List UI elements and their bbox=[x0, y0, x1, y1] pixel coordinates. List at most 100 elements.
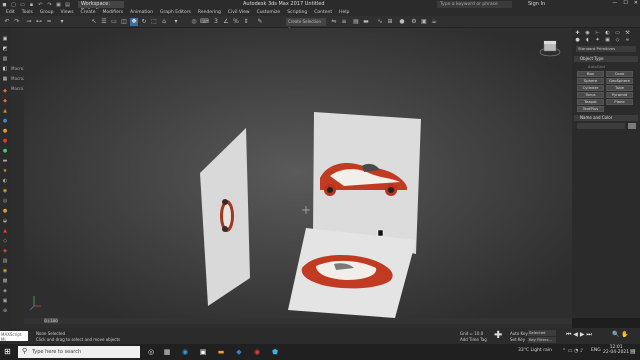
perspective-viewport[interactable]: [+] [Perspective] [Standard] [Default Sh… bbox=[24, 28, 572, 318]
weather-widget[interactable]: 33°C Light rain bbox=[518, 348, 552, 353]
motion-tab-icon[interactable]: ◐ bbox=[604, 30, 611, 36]
teapot-button[interactable]: Teapot bbox=[577, 99, 604, 105]
workspace-selector[interactable]: Workspace: Default bbox=[78, 1, 124, 14]
tool-icon[interactable]: ◇ bbox=[1, 238, 9, 244]
tool-icon[interactable]: ● bbox=[1, 148, 9, 154]
sphere-button[interactable]: Sphere bbox=[577, 78, 604, 84]
curve-editor-icon[interactable]: ∿ bbox=[376, 18, 384, 26]
name-and-color-rollout[interactable]: Name and Color bbox=[574, 115, 638, 121]
percent-snap-icon[interactable]: % bbox=[232, 18, 240, 26]
unlink-icon[interactable]: ⊷ bbox=[35, 18, 43, 26]
maxscript-listener[interactable]: MAXScript Mi bbox=[0, 331, 28, 342]
key-selection-dropdown[interactable]: Selected bbox=[528, 330, 556, 336]
bind-space-warp-icon[interactable]: ≈ bbox=[45, 18, 53, 26]
undo-icon[interactable]: ↶ bbox=[36, 0, 45, 9]
explorer-folder-icon[interactable]: ▬ bbox=[216, 347, 226, 357]
geosphere-button[interactable]: GeoSphere bbox=[606, 78, 633, 84]
tool-icon[interactable]: ◒ bbox=[1, 218, 9, 224]
menu-customize[interactable]: Customize bbox=[257, 10, 281, 15]
set-key-icon[interactable]: ✚ bbox=[494, 330, 502, 341]
helpers-icon[interactable]: ◇ bbox=[614, 37, 621, 43]
placement-icon[interactable]: ⌂ bbox=[160, 18, 168, 26]
shapes-icon[interactable]: ◖ bbox=[584, 37, 591, 43]
app-taskbar-icon[interactable]: ◆ bbox=[234, 347, 244, 357]
rotate-icon[interactable]: ↻ bbox=[140, 18, 148, 26]
tool-icon[interactable]: ▬ bbox=[1, 158, 9, 164]
rect-select-icon[interactable]: ▭ bbox=[110, 18, 118, 26]
tool-icon[interactable]: ⊕ bbox=[1, 308, 9, 314]
rendered-frame-icon[interactable]: ▣ bbox=[420, 18, 428, 26]
render-setup-icon[interactable]: ⚙ bbox=[410, 18, 418, 26]
tool-icon[interactable]: ▦ bbox=[1, 76, 9, 82]
3ds-max-taskbar-icon[interactable]: ▣ bbox=[198, 347, 208, 357]
tool-icon[interactable]: ▣ bbox=[1, 298, 9, 304]
tube-button[interactable]: Tube bbox=[606, 85, 633, 91]
render-icon[interactable]: ☕ bbox=[430, 18, 438, 26]
create-tab-icon[interactable]: ✚ bbox=[574, 30, 581, 36]
menu-tools[interactable]: Tools bbox=[22, 10, 33, 15]
tool-icon[interactable]: ▥ bbox=[1, 56, 9, 62]
autogrid-checkbox[interactable]: AutoGrid bbox=[588, 64, 605, 69]
tool-icon[interactable]: ● bbox=[1, 208, 9, 214]
display-tab-icon[interactable]: ▭ bbox=[614, 30, 621, 36]
mirror-icon[interactable]: ⇋ bbox=[330, 18, 338, 26]
tool-icon[interactable]: ● bbox=[1, 138, 9, 144]
auto-key-button[interactable]: Auto Key bbox=[510, 331, 528, 336]
select-object-icon[interactable]: ↖ bbox=[90, 18, 98, 26]
key-filters-button[interactable]: Key Filters... bbox=[528, 337, 556, 343]
windows-start-icon[interactable]: ⊞ bbox=[4, 348, 12, 356]
spacewarps-icon[interactable]: ≈ bbox=[624, 37, 631, 43]
primitive-type-dropdown[interactable]: Standard Primitives bbox=[576, 46, 636, 52]
tool-icon[interactable]: ◈ bbox=[1, 288, 9, 294]
tool-icon[interactable]: ◧ bbox=[1, 66, 9, 72]
system-tray-icons[interactable]: ⌃ ▭ ◔ ♪ bbox=[562, 348, 583, 354]
torus-button[interactable]: Torus bbox=[577, 92, 604, 98]
lights-icon[interactable]: ✦ bbox=[594, 37, 601, 43]
window-crossing-icon[interactable]: ◫ bbox=[120, 18, 128, 26]
box-button[interactable]: Box bbox=[577, 71, 604, 77]
search-input[interactable]: Type a keyword or phrase bbox=[437, 1, 512, 8]
app-logo-icon[interactable]: ◼ bbox=[0, 0, 9, 9]
menu-rendering[interactable]: Rendering bbox=[198, 10, 221, 15]
layer-icon[interactable]: ▤ bbox=[352, 18, 360, 26]
tool-icon[interactable]: ▲ bbox=[1, 108, 9, 114]
tool-icon[interactable]: ◉ bbox=[1, 188, 9, 194]
maximize-icon[interactable]: ☐ bbox=[623, 0, 627, 6]
time-slider[interactable]: 0 / 100 bbox=[44, 318, 58, 323]
app-taskbar-icon[interactable]: ◉ bbox=[252, 347, 262, 357]
tool-icon[interactable]: ◆ bbox=[1, 248, 9, 254]
minimize-icon[interactable]: — bbox=[612, 0, 617, 6]
select-by-name-icon[interactable]: ☰ bbox=[100, 18, 108, 26]
tool-icon[interactable]: ▣ bbox=[1, 36, 9, 42]
add-time-tag[interactable]: Add Time Tag bbox=[460, 337, 487, 342]
menu-modifiers[interactable]: Modifiers bbox=[103, 10, 124, 15]
language-indicator[interactable]: ENG bbox=[591, 348, 601, 353]
file-explorer-icon[interactable]: ▦ bbox=[162, 347, 172, 357]
schematic-view-icon[interactable]: ⊞ bbox=[386, 18, 394, 26]
menu-help[interactable]: Help bbox=[339, 10, 349, 15]
tool-icon[interactable]: ▲ bbox=[1, 228, 9, 234]
selection-set-dropdown[interactable]: Create Selection Se bbox=[286, 18, 326, 32]
redo-icon[interactable]: ↷ bbox=[45, 0, 54, 9]
textplus-button[interactable]: TextPlus bbox=[577, 106, 604, 112]
tool-icon[interactable]: ◆ bbox=[1, 98, 9, 104]
keyboard-shortcut-icon[interactable]: ⌨ bbox=[200, 18, 209, 26]
pivot-icon[interactable]: ◎ bbox=[190, 18, 198, 26]
undo-icon[interactable]: ↶ bbox=[3, 18, 11, 26]
hierarchy-tab-icon[interactable]: ⊢ bbox=[594, 30, 601, 36]
menu-animation[interactable]: Animation bbox=[130, 10, 153, 15]
tool-icon[interactable]: ◐ bbox=[1, 178, 9, 184]
cylinder-button[interactable]: Cylinder bbox=[577, 85, 604, 91]
tool-icon[interactable]: ● bbox=[1, 118, 9, 124]
menu-scripting[interactable]: Scripting bbox=[287, 10, 307, 15]
new-file-icon[interactable]: ▢ bbox=[9, 0, 18, 9]
object-name-field[interactable] bbox=[577, 123, 625, 129]
menu-graph-editors[interactable]: Graph Editors bbox=[160, 10, 191, 15]
notifications-icon[interactable]: ▤ bbox=[630, 348, 636, 355]
reference-coord-icon[interactable]: ▾ bbox=[172, 18, 180, 26]
modify-tab-icon[interactable]: ◉ bbox=[584, 30, 591, 36]
menu-group[interactable]: Group bbox=[40, 10, 54, 15]
cone-button[interactable]: Cone bbox=[606, 71, 633, 77]
redo-icon[interactable]: ↷ bbox=[13, 18, 21, 26]
cameras-icon[interactable]: ▣ bbox=[604, 37, 611, 43]
